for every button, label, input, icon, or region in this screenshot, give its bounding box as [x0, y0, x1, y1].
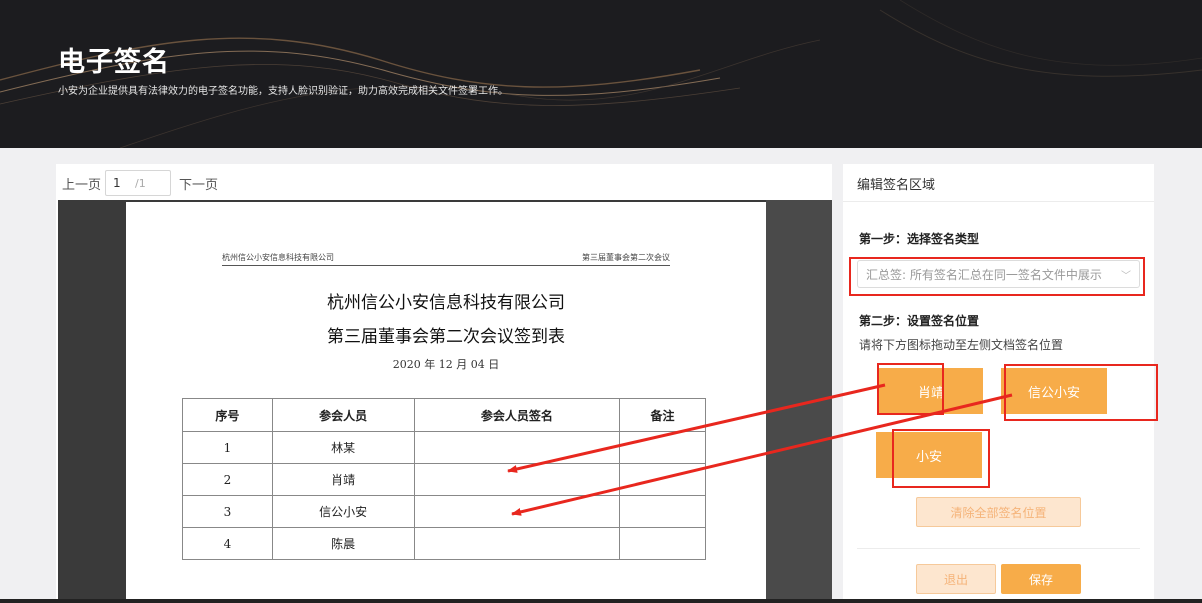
note-cell	[619, 431, 706, 464]
doc-header-left: 杭州信公小安信息科技有限公司	[222, 253, 334, 262]
attendee-name: 信公小安	[271, 495, 415, 528]
attendee-name: 陈晨	[271, 527, 415, 560]
save-button[interactable]: 保存	[1001, 564, 1081, 594]
column-header: 序号	[182, 398, 273, 432]
signature-chip-xingongxiaoan[interactable]: 信公小安	[1001, 368, 1107, 414]
signature-chip-xiaoan[interactable]: 小安	[876, 432, 982, 478]
document-viewer[interactable]: 杭州信公小安信息科技有限公司 第三届董事会第二次会议 杭州信公小安信息科技有限公…	[58, 200, 832, 603]
sign-type-value: 汇总签: 所有签名汇总在同一签名文件中展示	[866, 267, 1102, 282]
sign-type-select[interactable]: 汇总签: 所有签名汇总在同一签名文件中展示 ﹀	[857, 260, 1140, 288]
document-page[interactable]: 杭州信公小安信息科技有限公司 第三届董事会第二次会议 杭州信公小安信息科技有限公…	[126, 202, 766, 603]
document-panel: 上一页 /1 下一页 杭州信公小安信息科技有限公司 第三届董事会第二次会议 杭州…	[56, 164, 832, 603]
page-number-input[interactable]	[113, 176, 136, 190]
page-banner: 电子签名 小安为企业提供具有法律效力的电子签名功能，支持人脸识别验证，助力高效完…	[0, 0, 1202, 148]
page-subtitle: 小安为企业提供具有法律效力的电子签名功能，支持人脸识别验证，助力高效完成相关文件…	[58, 86, 508, 97]
signature-cell[interactable]	[413, 463, 621, 496]
page-title: 电子签名	[58, 47, 170, 78]
row-number: 4	[182, 527, 273, 560]
signature-cell[interactable]	[413, 495, 621, 528]
table-row: 4 陈晨	[182, 527, 706, 560]
prev-page-button[interactable]: 上一页	[62, 174, 101, 193]
note-cell	[619, 527, 706, 560]
attendee-name: 肖靖	[271, 463, 415, 496]
attendee-name: 林某	[271, 431, 415, 464]
column-header: 参会人员签名	[413, 398, 621, 432]
table-row: 2 肖靖	[182, 463, 706, 496]
clear-all-positions-button[interactable]: 清除全部签名位置	[916, 497, 1081, 527]
chevron-down-icon: ﹀	[1121, 271, 1131, 282]
sign-in-table: 序号 参会人员 参会人员签名 备注 1 林某 2 肖靖 3 信公小安 4 陈晨	[182, 398, 706, 560]
step1-title: 第一步：选择签名类型	[859, 232, 980, 246]
doc-meeting-title: 第三届董事会第二次会议签到表	[327, 327, 565, 347]
page-number-box: /1	[105, 170, 172, 196]
panel-bottom-divider	[857, 548, 1140, 549]
table-row: 1 林某	[182, 431, 706, 464]
panel-title: 编辑签名区域	[857, 178, 936, 193]
signature-cell[interactable]	[413, 431, 621, 464]
row-number: 3	[182, 495, 273, 528]
note-cell	[619, 463, 706, 496]
note-cell	[619, 495, 706, 528]
doc-header-right: 第三届董事会第二次会议	[582, 253, 670, 262]
pager: 上一页 /1 下一页	[62, 170, 218, 196]
table-row: 3 信公小安	[182, 495, 706, 528]
signature-chip-xiaojing[interactable]: 肖靖	[879, 368, 983, 414]
bottom-bar	[0, 599, 1202, 603]
signature-cell[interactable]	[413, 527, 621, 560]
edit-signature-panel: 编辑签名区域 第一步：选择签名类型 汇总签: 所有签名汇总在同一签名文件中展示 …	[843, 164, 1154, 603]
column-header: 参会人员	[271, 398, 415, 432]
banner-wave-decoration	[0, 0, 1202, 148]
table-header-row: 序号 参会人员 参会人员签名 备注	[182, 398, 706, 432]
column-header: 备注	[619, 398, 706, 432]
doc-header-rule	[222, 265, 670, 266]
next-page-button[interactable]: 下一页	[179, 174, 218, 193]
step2-title: 第二步：设置签名位置	[859, 314, 980, 328]
step2-hint: 请将下方图标拖动至左侧文档签名位置	[859, 338, 1064, 352]
exit-button[interactable]: 退出	[916, 564, 996, 594]
doc-date: 2020 年 12 月 04 日	[392, 358, 500, 371]
row-number: 2	[182, 463, 273, 496]
page-total: /1	[135, 176, 146, 190]
doc-company-title: 杭州信公小安信息科技有限公司	[327, 293, 565, 313]
viewer-scrollbar[interactable]	[766, 200, 832, 603]
panel-divider	[843, 201, 1154, 202]
row-number: 1	[182, 431, 273, 464]
